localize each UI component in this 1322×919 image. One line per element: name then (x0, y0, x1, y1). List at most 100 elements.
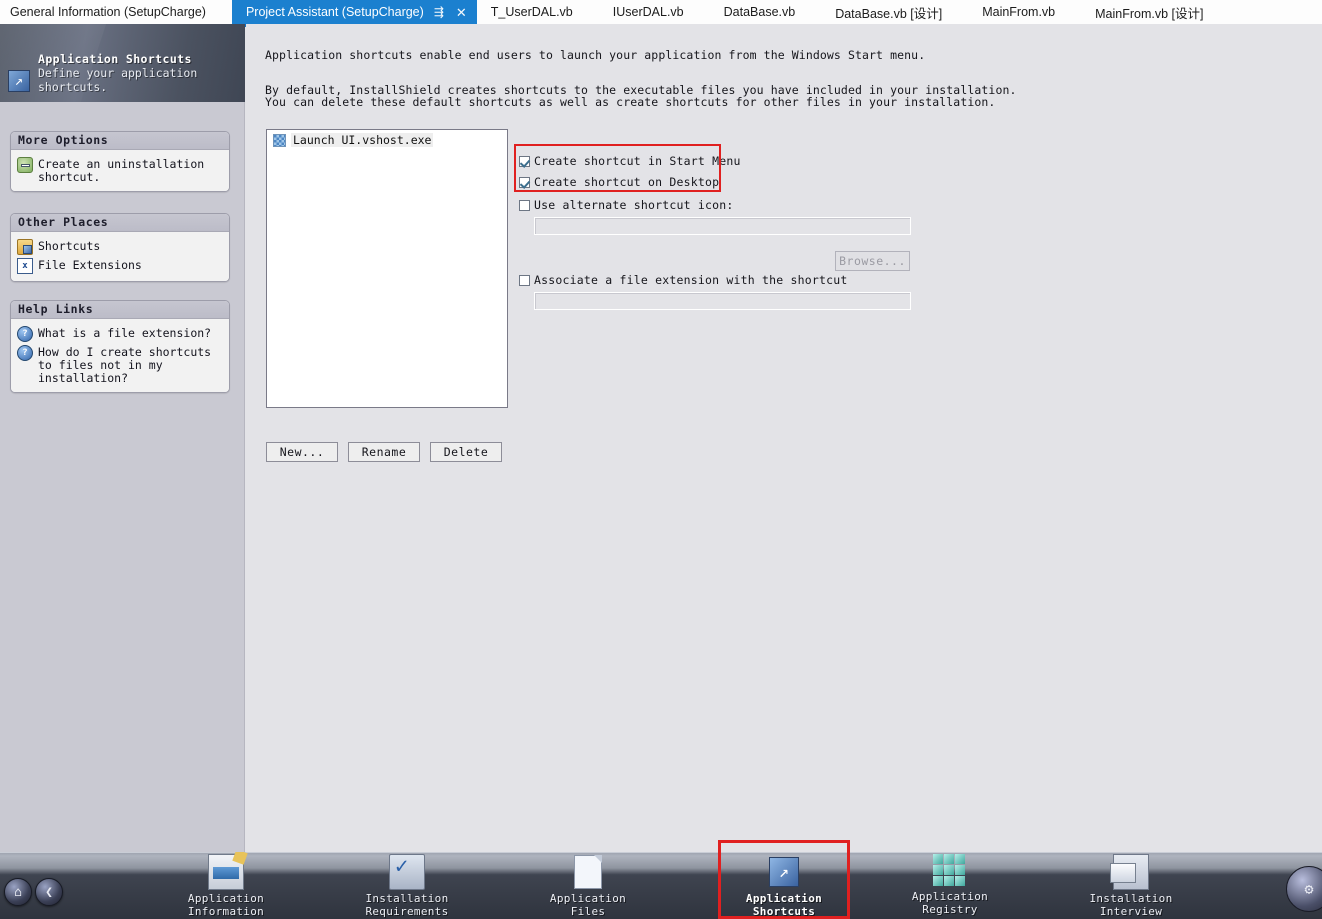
delete-button[interactable]: Delete (430, 442, 502, 462)
list-item[interactable]: Launch UI.vshost.exe (267, 130, 507, 147)
tab-t-userdal[interactable]: T_UserDAL.vb (476, 0, 587, 24)
installation-interview-icon (1110, 854, 1149, 890)
tab-iuserdal[interactable]: IUserDAL.vb (598, 0, 698, 24)
checkbox-label: Create shortcut on Desktop (534, 175, 720, 189)
nav-installation-requirements[interactable]: Installation Requirements (338, 854, 476, 918)
checkbox-label: Use alternate shortcut icon: (534, 198, 734, 212)
help-link-label: How do I create shortcuts to files not i… (38, 345, 212, 385)
home-icon[interactable]: ⌂ (4, 878, 32, 906)
application-shortcuts-icon: ↗ (769, 857, 799, 887)
panel-body: Create an uninstallation shortcut. (11, 150, 229, 191)
tab-mainfrom-design[interactable]: MainFrom.vb [设计] (1081, 0, 1218, 24)
tab-label: General Information (SetupCharge) (10, 5, 206, 19)
page-subtitle: Define your application shortcuts. (38, 66, 198, 94)
help-link-file-extension[interactable]: ? What is a file extension? (17, 326, 223, 342)
nav-label: Application Shortcuts (745, 892, 823, 918)
panel-title: More Options (11, 132, 229, 150)
panel-body: ? What is a file extension? ? How do I c… (11, 319, 229, 392)
nav-application-information[interactable]: Application Information (157, 854, 295, 918)
nav-label: Application Information (187, 892, 265, 918)
tab-label: MainFrom.vb (982, 5, 1056, 19)
tab-label: DataBase.vb [设计] (835, 6, 943, 21)
tab-general-information[interactable]: General Information (SetupCharge) (0, 0, 232, 24)
sidebar-item-shortcuts[interactable]: Shortcuts (17, 239, 223, 255)
tab-project-assistant[interactable]: Project Assistant (SetupCharge) ⇶ ✕ (231, 0, 477, 24)
application-information-icon (208, 854, 244, 890)
alternate-icon-path-input[interactable] (534, 217, 911, 235)
nav-application-registry[interactable]: Application Registry (881, 854, 1019, 916)
tab-database-design[interactable]: DataBase.vb [设计] (821, 0, 957, 24)
tab-mainfrom[interactable]: MainFrom.vb (968, 0, 1070, 24)
help-link-create-shortcuts[interactable]: ? How do I create shortcuts to files not… (17, 345, 223, 385)
tab-spacer (956, 0, 968, 24)
tab-spacer (587, 0, 599, 24)
folder-shortcut-icon (17, 239, 33, 255)
nav-application-files[interactable]: Application Files (519, 854, 657, 918)
checkbox-use-alternate-icon[interactable]: Use alternate shortcut icon: (519, 198, 733, 212)
page-title: Application Shortcuts (38, 52, 192, 66)
file-extension-input[interactable] (534, 292, 911, 310)
sidebar-item-label: Shortcuts (38, 239, 101, 253)
checkbox-label: Create shortcut in Start Menu (534, 154, 741, 168)
checkbox-create-shortcut-start-menu[interactable]: Create shortcut in Start Menu (519, 154, 741, 168)
panel-more-options: More Options Create an uninstallation sh… (10, 131, 230, 192)
intro-paragraph-2: By default, InstallShield creates shortc… (265, 83, 1017, 109)
browse-button[interactable]: Browse... (835, 251, 910, 271)
close-icon[interactable]: ✕ (454, 6, 469, 19)
tab-label: MainFrom.vb [设计] (1095, 6, 1204, 21)
checkbox-icon[interactable] (519, 155, 530, 167)
sidebar-item-label: File Extensions (38, 258, 142, 272)
nav-label: Installation Requirements (365, 892, 449, 918)
help-link-label: What is a file extension? (38, 326, 212, 340)
sidebar-item-create-uninstall-shortcut[interactable]: Create an uninstallation shortcut. (17, 157, 223, 184)
checkbox-icon[interactable] (519, 176, 530, 188)
divider (0, 852, 1322, 853)
nav-installation-interview[interactable]: Installation Interview (1062, 854, 1200, 918)
shortcut-list-buttons: New... Rename Delete (266, 442, 502, 462)
help-icon: ? (17, 345, 33, 361)
tab-label: IUserDAL.vb (612, 5, 684, 19)
tab-spacer (809, 0, 821, 24)
panel-help-links: Help Links ? What is a file extension? ?… (10, 300, 230, 393)
nav-label: Application Registry (911, 890, 989, 916)
panel-body: Shortcuts x File Extensions (11, 232, 229, 281)
sidebar-item-label: Create an uninstallation shortcut. (38, 157, 205, 184)
list-item-label: Launch UI.vshost.exe (291, 133, 434, 147)
editor-tab-strip: General Information (SetupCharge) Projec… (0, 0, 1322, 27)
tab-database[interactable]: DataBase.vb (709, 0, 810, 24)
new-button[interactable]: New... (266, 442, 338, 462)
nav-label: Installation Interview (1089, 892, 1173, 918)
file-extension-icon: x (17, 258, 33, 274)
checkbox-icon[interactable] (519, 199, 530, 211)
panel-other-places: Other Places Shortcuts x File Extensions (10, 213, 230, 282)
panel-title: Other Places (11, 214, 229, 232)
tab-spacer (1069, 0, 1081, 24)
application-files-icon (574, 855, 602, 889)
checkbox-label: Associate a file extension with the shor… (534, 273, 848, 287)
uninstall-icon (17, 157, 33, 173)
tab-spacer (698, 0, 710, 24)
nav-label: Application Files (549, 892, 627, 918)
bottom-navigation-bar: ⌂ ❮ Application Information Installation… (0, 852, 1322, 919)
sidebar-item-file-extensions[interactable]: x File Extensions (17, 258, 223, 274)
rename-button[interactable]: Rename (348, 442, 420, 462)
tab-label: DataBase.vb (723, 5, 796, 19)
application-registry-icon (933, 854, 967, 888)
pin-icon[interactable]: ⇶ (432, 6, 446, 18)
installation-requirements-icon (389, 854, 425, 890)
checkbox-icon[interactable] (519, 274, 530, 286)
shortcut-arrow-icon: ↗ (8, 70, 30, 92)
intro-paragraph-1: Application shortcuts enable end users t… (265, 48, 926, 62)
tab-label: T_UserDAL.vb (490, 5, 573, 19)
panel-title: Help Links (11, 301, 229, 319)
executable-icon (273, 133, 286, 147)
nav-application-shortcuts[interactable]: ↗ Application Shortcuts (715, 854, 853, 918)
checkbox-associate-file-extension[interactable]: Associate a file extension with the shor… (519, 273, 847, 287)
help-icon: ? (17, 326, 33, 342)
back-arrow-icon[interactable]: ❮ (35, 878, 63, 906)
checkbox-create-shortcut-desktop[interactable]: Create shortcut on Desktop (519, 175, 719, 189)
tab-label: Project Assistant (SetupCharge) (245, 5, 424, 19)
left-sidebar: ↗ Application Shortcuts Define your appl… (0, 24, 245, 852)
sidebar-header-banner: ↗ Application Shortcuts Define your appl… (0, 24, 245, 102)
shortcut-list[interactable]: Launch UI.vshost.exe (266, 129, 508, 408)
